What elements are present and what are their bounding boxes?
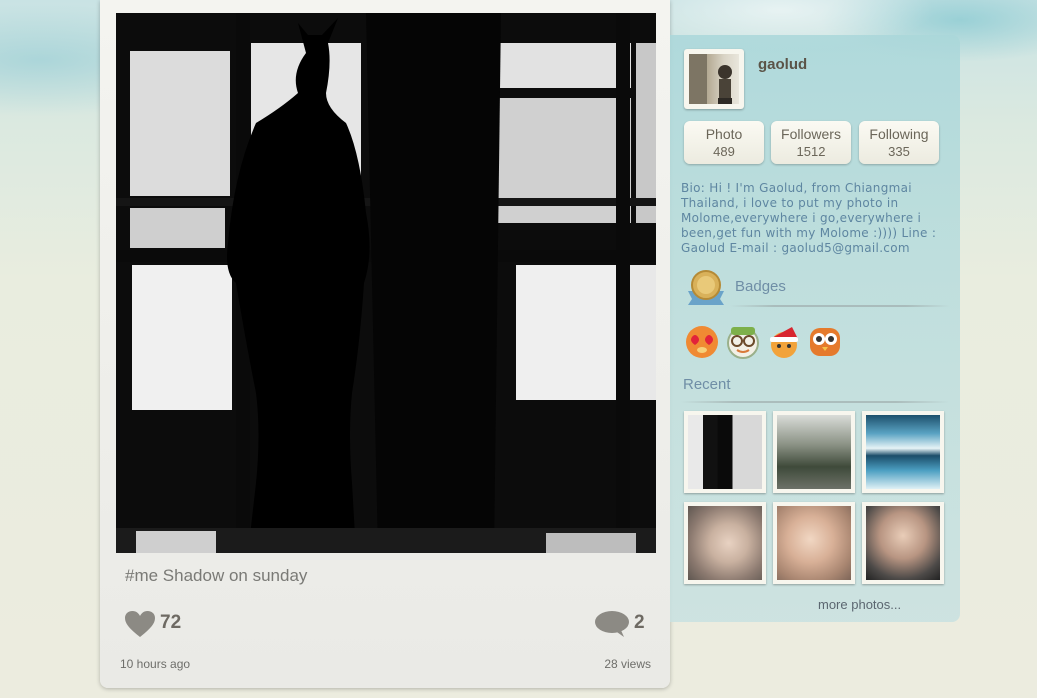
heart-icon[interactable] <box>124 610 156 638</box>
stat-followers[interactable]: Followers 1512 <box>771 121 851 164</box>
stat-following[interactable]: Following 335 <box>859 121 939 164</box>
username[interactable]: gaolud <box>758 56 807 73</box>
comment-icon[interactable] <box>594 610 630 638</box>
more-photos-label: more photos... <box>818 597 902 612</box>
avatar[interactable] <box>684 49 744 109</box>
recent-thumb[interactable] <box>862 502 944 584</box>
owl-badge-icon[interactable] <box>807 323 843 359</box>
like-count: 72 <box>160 612 182 633</box>
stat-photo[interactable]: Photo 489 <box>684 121 764 164</box>
stat-value: 335 <box>888 144 910 159</box>
recent-thumb[interactable] <box>862 411 944 493</box>
recent-thumb[interactable] <box>684 411 766 493</box>
stat-label: Followers <box>781 126 841 142</box>
recent-thumb[interactable] <box>773 411 855 493</box>
heart-eyes-badge-icon[interactable] <box>684 323 720 359</box>
photo-caption: #me Shadow on sunday <box>125 566 308 585</box>
more-photos-link[interactable]: more photos... <box>818 597 901 617</box>
divider <box>680 401 950 403</box>
stat-label: Following <box>869 126 929 142</box>
divider <box>730 305 950 307</box>
stat-value: 489 <box>713 144 735 159</box>
photo-card: #me Shadow on sunday 72 2 10 hours ago 2… <box>100 0 670 688</box>
santa-badge-icon[interactable] <box>766 323 802 359</box>
post-timestamp: 10 hours ago <box>120 657 191 671</box>
glasses-badge-icon[interactable] <box>725 323 761 359</box>
main-photo[interactable] <box>116 13 656 553</box>
comment-count: 2 <box>634 612 645 633</box>
profile-bio: Bio: Hi ! I'm Gaolud, from Chiangmai Tha… <box>681 181 937 255</box>
medal-icon <box>688 270 724 305</box>
stat-label: Photo <box>705 126 743 142</box>
stat-value: 1512 <box>796 144 826 159</box>
view-count: 28 views <box>604 657 651 671</box>
profile-sidebar: gaolud Photo 489 Followers 1512 Followin… <box>670 35 960 622</box>
recent-thumb[interactable] <box>684 502 766 584</box>
badges-heading: Badges <box>735 278 786 295</box>
recent-thumb[interactable] <box>773 502 855 584</box>
recent-heading: Recent <box>683 376 731 393</box>
